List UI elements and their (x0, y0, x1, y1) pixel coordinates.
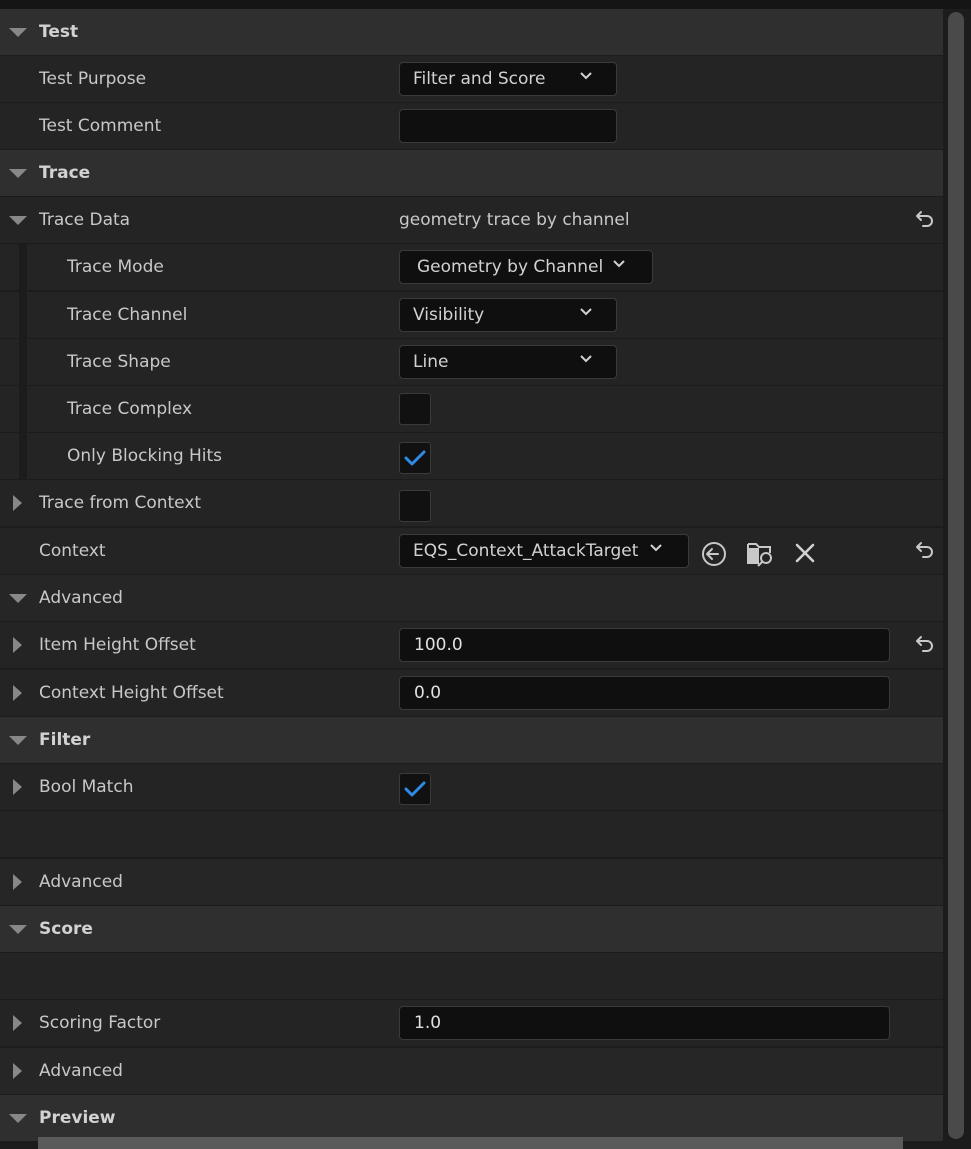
input-value: 0.0 (414, 683, 442, 703)
chevron-down-icon (613, 260, 625, 268)
section-title: Trace (39, 163, 91, 183)
expand-arrow-icon[interactable] (9, 216, 27, 225)
checkmark-icon (404, 450, 426, 466)
group-title: Advanced (39, 1061, 123, 1081)
row-trace-from-context: Trace from Context (0, 480, 943, 526)
trace-from-context-checkbox[interactable] (399, 490, 431, 522)
row-trace-shape: Trace Shape Line (0, 339, 943, 385)
row-context-height-offset: Context Height Offset 0.0 (0, 670, 943, 716)
collapse-arrow-icon[interactable] (13, 637, 22, 653)
property-label: Context Height Offset (39, 683, 224, 703)
collapse-arrow-icon[interactable] (13, 1063, 22, 1079)
clear-x-icon[interactable] (794, 542, 816, 564)
combo-value: Visibility (413, 305, 485, 325)
collapse-arrow-icon[interactable] (13, 874, 22, 890)
trace-shape-combo[interactable]: Line (399, 345, 617, 379)
group-advanced-filter[interactable]: Advanced (0, 859, 943, 905)
empty-row (0, 953, 943, 999)
property-label: Item Height Offset (39, 635, 196, 655)
combo-value: Filter and Score (413, 69, 546, 89)
section-score[interactable]: Score (0, 906, 943, 952)
reset-to-default-icon[interactable] (915, 210, 935, 228)
group-title: Advanced (39, 872, 123, 892)
chevron-down-icon (650, 544, 662, 552)
section-title: Filter (39, 730, 91, 750)
test-comment-input[interactable] (399, 109, 617, 143)
row-scoring-factor: Scoring Factor 1.0 (0, 1000, 943, 1046)
bool-match-checkbox[interactable] (399, 773, 431, 805)
combo-value: EQS_Context_AttackTarget (413, 541, 639, 561)
row-only-blocking-hits: Only Blocking Hits (0, 433, 943, 479)
expand-arrow-icon[interactable] (9, 594, 27, 603)
reset-to-default-icon[interactable] (915, 541, 935, 559)
section-trace[interactable]: Trace (0, 150, 943, 196)
collapse-arrow-icon[interactable] (13, 495, 22, 511)
combo-value: Geometry by Channel (417, 257, 604, 277)
group-advanced-score[interactable]: Advanced (0, 1048, 943, 1094)
section-test[interactable]: Test (0, 9, 943, 55)
section-filter[interactable]: Filter (0, 717, 943, 763)
scrollbar-thumb[interactable] (948, 12, 964, 1139)
trace-mode-combo[interactable]: Geometry by Channel (399, 250, 653, 284)
trace-channel-combo[interactable]: Visibility (399, 298, 617, 332)
section-preview[interactable]: Preview (0, 1095, 943, 1141)
property-label: Trace Data (39, 210, 131, 230)
group-title: Advanced (39, 588, 123, 608)
expand-arrow-icon[interactable] (9, 28, 27, 37)
expand-arrow-icon[interactable] (9, 1114, 27, 1123)
input-value: 100.0 (414, 635, 463, 655)
scoring-factor-input[interactable]: 1.0 (399, 1006, 890, 1040)
row-test-purpose: Test Purpose Filter and Score (0, 56, 943, 102)
chevron-down-icon (580, 72, 592, 80)
property-label: Trace from Context (39, 493, 202, 513)
row-trace-channel: Trace Channel Visibility (0, 292, 943, 338)
collapse-arrow-icon[interactable] (13, 779, 22, 795)
row-trace-complex: Trace Complex (0, 386, 943, 432)
property-label: Trace Mode (67, 257, 164, 277)
property-label: Trace Shape (67, 352, 171, 372)
chevron-down-icon (580, 308, 592, 316)
expand-arrow-icon[interactable] (9, 925, 27, 934)
checkmark-icon (404, 781, 426, 797)
row-context: Context EQS_Context_AttackTarget (0, 528, 943, 574)
only-blocking-hits-checkbox[interactable] (399, 442, 431, 474)
reset-to-default-icon[interactable] (915, 635, 935, 653)
item-height-offset-input[interactable]: 100.0 (399, 628, 890, 662)
input-value: 1.0 (414, 1013, 442, 1033)
property-label: Trace Complex (67, 399, 193, 419)
trace-complex-checkbox[interactable] (399, 393, 431, 425)
trace-data-summary: geometry trace by channel (399, 210, 630, 230)
property-label: Test Comment (39, 116, 162, 136)
section-title: Test (39, 22, 79, 42)
use-selected-arrow-icon[interactable] (700, 540, 728, 568)
context-class-combo[interactable]: EQS_Context_AttackTarget (399, 534, 689, 568)
expand-arrow-icon[interactable] (9, 736, 27, 745)
row-trace-mode: Trace Mode Geometry by Channel (0, 244, 943, 290)
chevron-down-icon (580, 355, 592, 363)
group-advanced-trace[interactable]: Advanced (0, 575, 943, 621)
details-panel: Test Test Purpose Filter and Score Test … (0, 9, 943, 1149)
property-label: Context (39, 541, 106, 561)
collapse-arrow-icon[interactable] (13, 1015, 22, 1031)
property-label: Scoring Factor (39, 1013, 161, 1033)
row-test-comment: Test Comment (0, 103, 943, 149)
test-purpose-combo[interactable]: Filter and Score (399, 62, 617, 96)
empty-row (0, 811, 943, 857)
section-title: Preview (39, 1108, 116, 1128)
property-label: Test Purpose (39, 69, 147, 89)
combo-value: Line (413, 352, 449, 372)
property-label: Bool Match (39, 777, 134, 797)
browse-folder-icon[interactable] (746, 538, 776, 568)
preview-area (38, 1137, 903, 1149)
property-label: Trace Channel (67, 305, 188, 325)
context-height-offset-input[interactable]: 0.0 (399, 676, 890, 710)
expand-arrow-icon[interactable] (9, 169, 27, 178)
row-item-height-offset: Item Height Offset 100.0 (0, 622, 943, 668)
property-label: Only Blocking Hits (67, 446, 223, 466)
row-bool-match: Bool Match (0, 764, 943, 810)
top-strip (0, 0, 971, 9)
row-trace-data: Trace Data geometry trace by channel (0, 197, 943, 243)
collapse-arrow-icon[interactable] (13, 685, 22, 701)
section-title: Score (39, 919, 93, 939)
